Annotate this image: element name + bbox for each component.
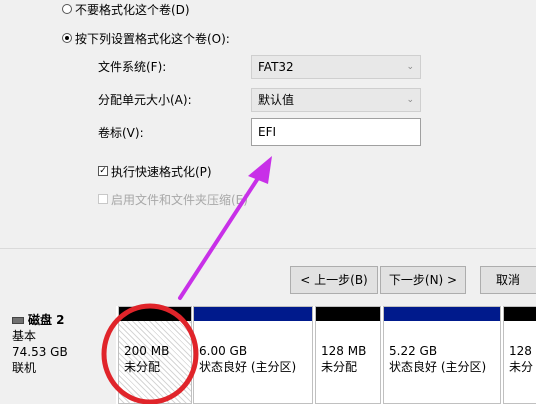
partition-text: 128 MB 未分配 (316, 321, 380, 375)
partition-status: 状态良好 (主分区) (389, 360, 487, 374)
chevron-down-icon: ⌄ (406, 62, 414, 72)
back-button[interactable]: < 上一步(B) (290, 266, 378, 294)
alloc-size-label: 分配单元大小(A): (98, 93, 192, 107)
disk-status: 联机 (12, 361, 37, 375)
radio-no-format-label: 不要格式化这个卷(D) (75, 2, 190, 17)
disk-title: 磁盘 2 (12, 312, 116, 328)
filesystem-select[interactable]: FAT32 ⌄ (251, 55, 421, 79)
compression-label: 启用文件和文件夹压缩(E) (111, 192, 248, 207)
partition-status: 状态良好 (主分区) (199, 360, 297, 374)
checkbox-empty-icon (98, 194, 108, 204)
partition-status: 未分配 (321, 360, 358, 374)
quick-format-label: 执行快速格式化(P) (111, 164, 212, 179)
partition-bar (119, 307, 191, 321)
partition-text: 128 未分 (504, 321, 536, 375)
partition-text: 6.00 GB 状态良好 (主分区) (194, 321, 312, 375)
radio-format-with[interactable]: 按下列设置格式化这个卷(O): (62, 30, 230, 46)
quick-format-checkbox[interactable]: ✓ 执行快速格式化(P) (98, 163, 212, 179)
filesystem-label: 文件系统(F): (98, 60, 167, 74)
disk-type: 基本 (12, 329, 37, 343)
disk-map: 磁盘 2 基本 74.53 GB 联机 200 MB 未分配 6.00 GB 状… (0, 306, 536, 404)
alloc-size-select[interactable]: 默认值 ⌄ (251, 88, 421, 112)
radio-selected-icon (62, 33, 72, 43)
radio-no-format[interactable]: 不要格式化这个卷(D) (62, 1, 190, 17)
partition-text: 5.22 GB 状态良好 (主分区) (384, 321, 500, 375)
partition-bar (316, 307, 380, 321)
partition-primary[interactable]: 6.00 GB 状态良好 (主分区) (193, 306, 313, 404)
partition-unallocated[interactable]: 128 MB 未分配 (315, 306, 381, 404)
chevron-down-icon: ⌄ (406, 95, 414, 105)
volume-label-input[interactable]: EFI (251, 118, 421, 146)
partition-text: 200 MB 未分配 (119, 321, 191, 375)
disk-info: 磁盘 2 基本 74.53 GB 联机 (0, 306, 116, 404)
check-icon: ✓ (98, 166, 108, 176)
partition-size: 5.22 GB (389, 344, 438, 358)
radio-circle-icon (62, 4, 72, 14)
disk-size: 74.53 GB (12, 345, 68, 359)
partition-unallocated[interactable]: 128 未分 (503, 306, 536, 404)
cancel-button[interactable]: 取消 (480, 266, 536, 294)
partition-bar (194, 307, 312, 321)
disk-drive-icon (12, 316, 24, 324)
partition-primary[interactable]: 5.22 GB 状态良好 (主分区) (383, 306, 501, 404)
disk-name: 磁盘 2 (28, 313, 65, 327)
partition-status: 未分配 (124, 360, 161, 374)
partition-bar (384, 307, 500, 321)
partition-bar (504, 307, 536, 321)
alloc-size-value: 默认值 (258, 93, 295, 107)
compression-checkbox[interactable]: 启用文件和文件夹压缩(E) (98, 191, 248, 207)
partition-size: 128 MB (321, 344, 367, 358)
filesystem-value: FAT32 (258, 60, 294, 74)
partition-status: 未分 (509, 360, 534, 374)
partition-size: 200 MB (124, 344, 170, 358)
partition-size: 128 (509, 344, 532, 358)
arrow-head-icon (248, 156, 272, 184)
next-button[interactable]: 下一步(N) > (380, 266, 466, 294)
volume-label-label: 卷标(V): (98, 126, 144, 140)
radio-format-with-label: 按下列设置格式化这个卷(O): (75, 31, 230, 46)
partition-unallocated[interactable]: 200 MB 未分配 (118, 306, 192, 404)
dialog-divider (0, 248, 536, 249)
partition-size: 6.00 GB (199, 344, 248, 358)
